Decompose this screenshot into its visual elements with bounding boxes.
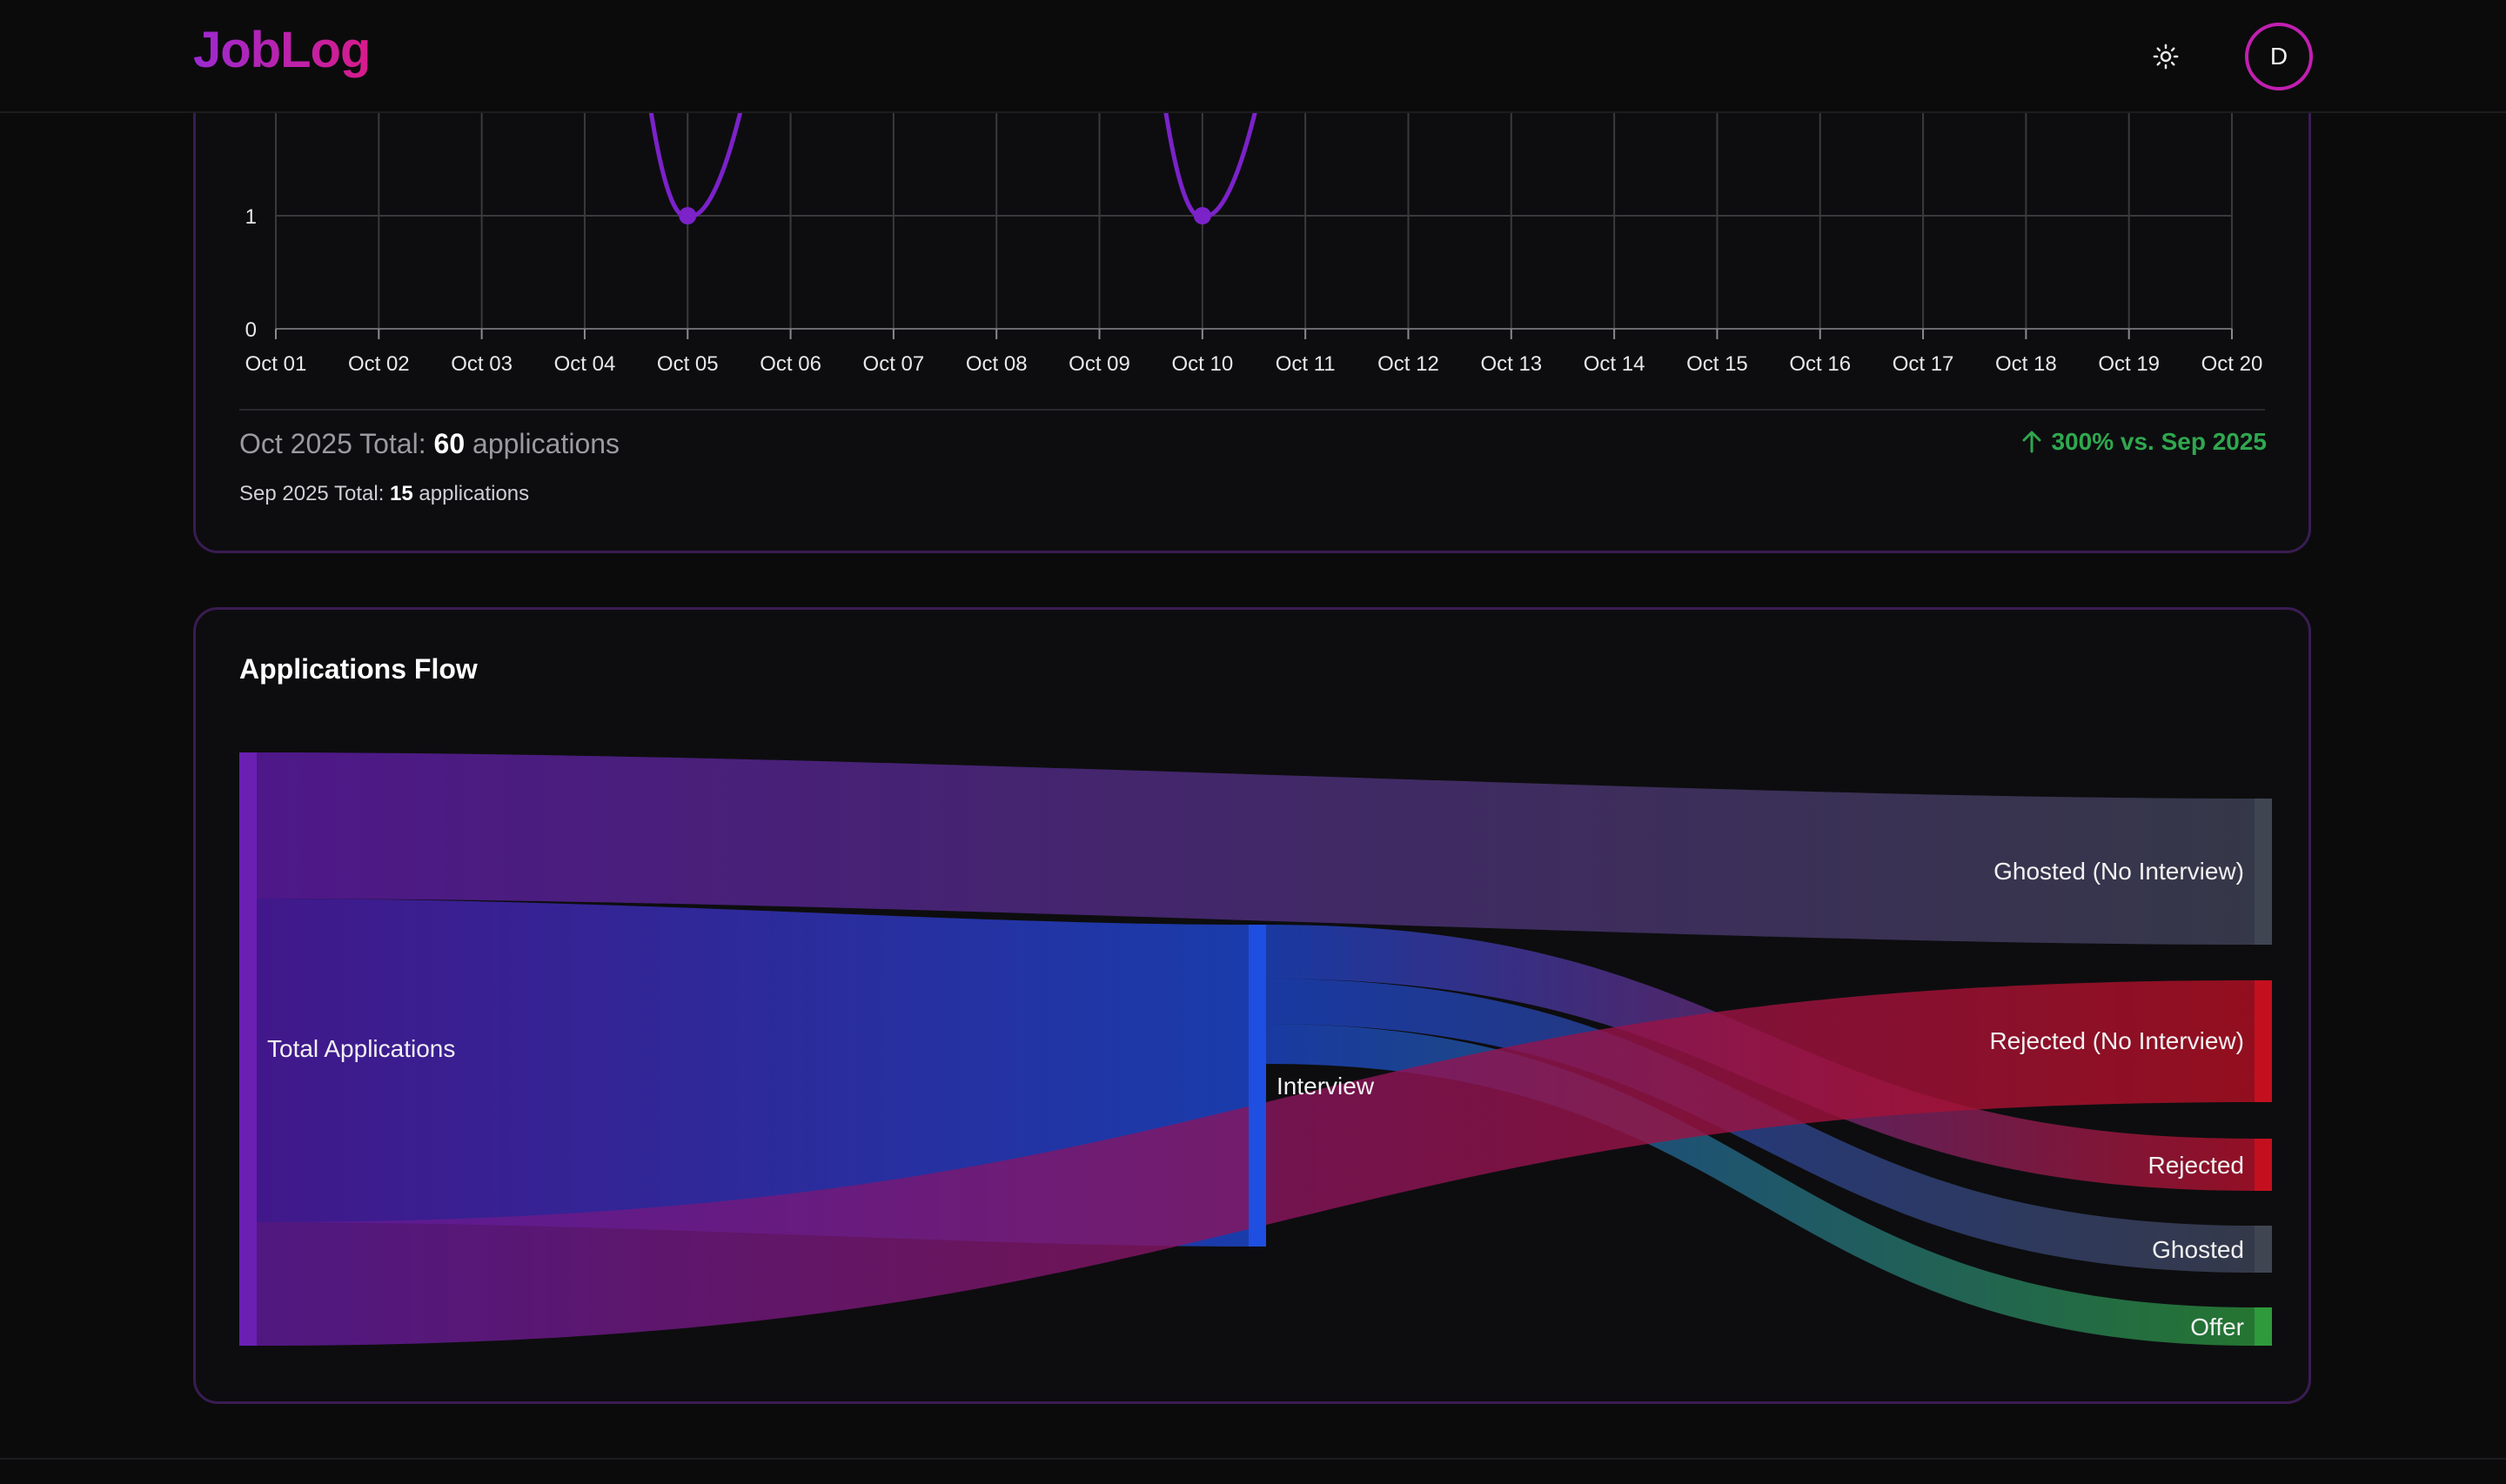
flow-label-ghosted: Ghosted: [2152, 1236, 2244, 1263]
current-month-total: Oct 2025 Total: 60 applications: [239, 428, 620, 460]
flow-node-interview[interactable]: [1249, 925, 1266, 1247]
month-change-indicator: 300% vs. Sep 2025: [2021, 428, 2267, 456]
flow-label-interview: Interview: [1276, 1073, 1375, 1100]
x-tick-label: Oct 09: [1069, 352, 1130, 376]
trend-line-segment: [1161, 93, 1262, 219]
data-point: [679, 207, 697, 224]
sun-icon: [2153, 43, 2179, 70]
applications-flow-card: Applications Flow Total Applications Int…: [193, 607, 2311, 1404]
flow-label-ghosted-no-interview: Ghosted (No Interview): [1993, 858, 2244, 885]
x-tick-label: Oct 02: [348, 352, 410, 376]
applications-flow-sankey: Total Applications Interview Ghosted (No…: [239, 752, 2272, 1346]
current-total-prefix: Oct 2025 Total:: [239, 428, 434, 459]
y-tick-label: 0: [245, 318, 257, 342]
x-tick-label: Oct 19: [2098, 352, 2160, 376]
footer-divider: [0, 1458, 2506, 1460]
theme-toggle-button[interactable]: [2144, 35, 2188, 78]
app-logo[interactable]: JobLog: [193, 21, 371, 79]
x-tick-label: Oct 07: [863, 352, 925, 376]
top-navbar: JobLog D: [0, 0, 2506, 113]
flow-node-ghosted-no-interview[interactable]: [2255, 799, 2272, 945]
trend-line-segment: [646, 93, 747, 219]
x-tick-label: Oct 15: [1686, 352, 1748, 376]
previous-total-value: 15: [390, 482, 413, 505]
x-tick-label: Oct 06: [760, 352, 821, 376]
x-tick-label: Oct 11: [1276, 352, 1336, 376]
x-tick-label: Oct 01: [245, 352, 307, 376]
flow-label-rejected-no-interview: Rejected (No Interview): [1989, 1027, 2244, 1054]
flow-node-offer[interactable]: [2255, 1307, 2272, 1346]
previous-month-total: Sep 2025 Total: 15 applications: [239, 482, 529, 506]
x-tick-label: Oct 14: [1584, 352, 1645, 376]
current-total-value: 60: [433, 428, 466, 459]
arrow-up-icon: [2022, 431, 2041, 453]
data-point: [1193, 207, 1211, 224]
x-tick-label: Oct 10: [1171, 352, 1233, 376]
flow-label-offer: Offer: [2190, 1314, 2244, 1340]
x-tick-label: Oct 08: [966, 352, 1028, 376]
x-tick-label: Oct 18: [1995, 352, 2057, 376]
month-change-text: 300% vs. Sep 2025: [2051, 428, 2267, 455]
flow-label-rejected: Rejected: [2148, 1152, 2244, 1179]
flow-node-total-applications[interactable]: [239, 752, 257, 1346]
x-tick-label: Oct 03: [451, 352, 513, 376]
flow-label-total-applications: Total Applications: [267, 1035, 455, 1062]
card-divider: [239, 409, 2265, 411]
x-tick-label: Oct 13: [1480, 352, 1542, 376]
x-tick-label: Oct 05: [657, 352, 719, 376]
previous-total-suffix: applications: [412, 482, 530, 505]
x-tick-label: Oct 16: [1789, 352, 1851, 376]
flow-node-rejected[interactable]: [2255, 1139, 2272, 1191]
x-tick-label: Oct 20: [2201, 352, 2263, 376]
current-total-suffix: applications: [465, 428, 620, 459]
flow-node-rejected-no-interview[interactable]: [2255, 980, 2272, 1102]
x-tick-label: Oct 12: [1377, 352, 1439, 376]
x-tick-label: Oct 17: [1893, 352, 1954, 376]
flow-node-ghosted[interactable]: [2255, 1226, 2272, 1273]
previous-total-prefix: Sep 2025 Total:: [239, 482, 391, 505]
y-tick-label: 1: [245, 205, 257, 229]
x-tick-label: Oct 04: [554, 352, 616, 376]
user-avatar[interactable]: D: [2245, 23, 2313, 90]
